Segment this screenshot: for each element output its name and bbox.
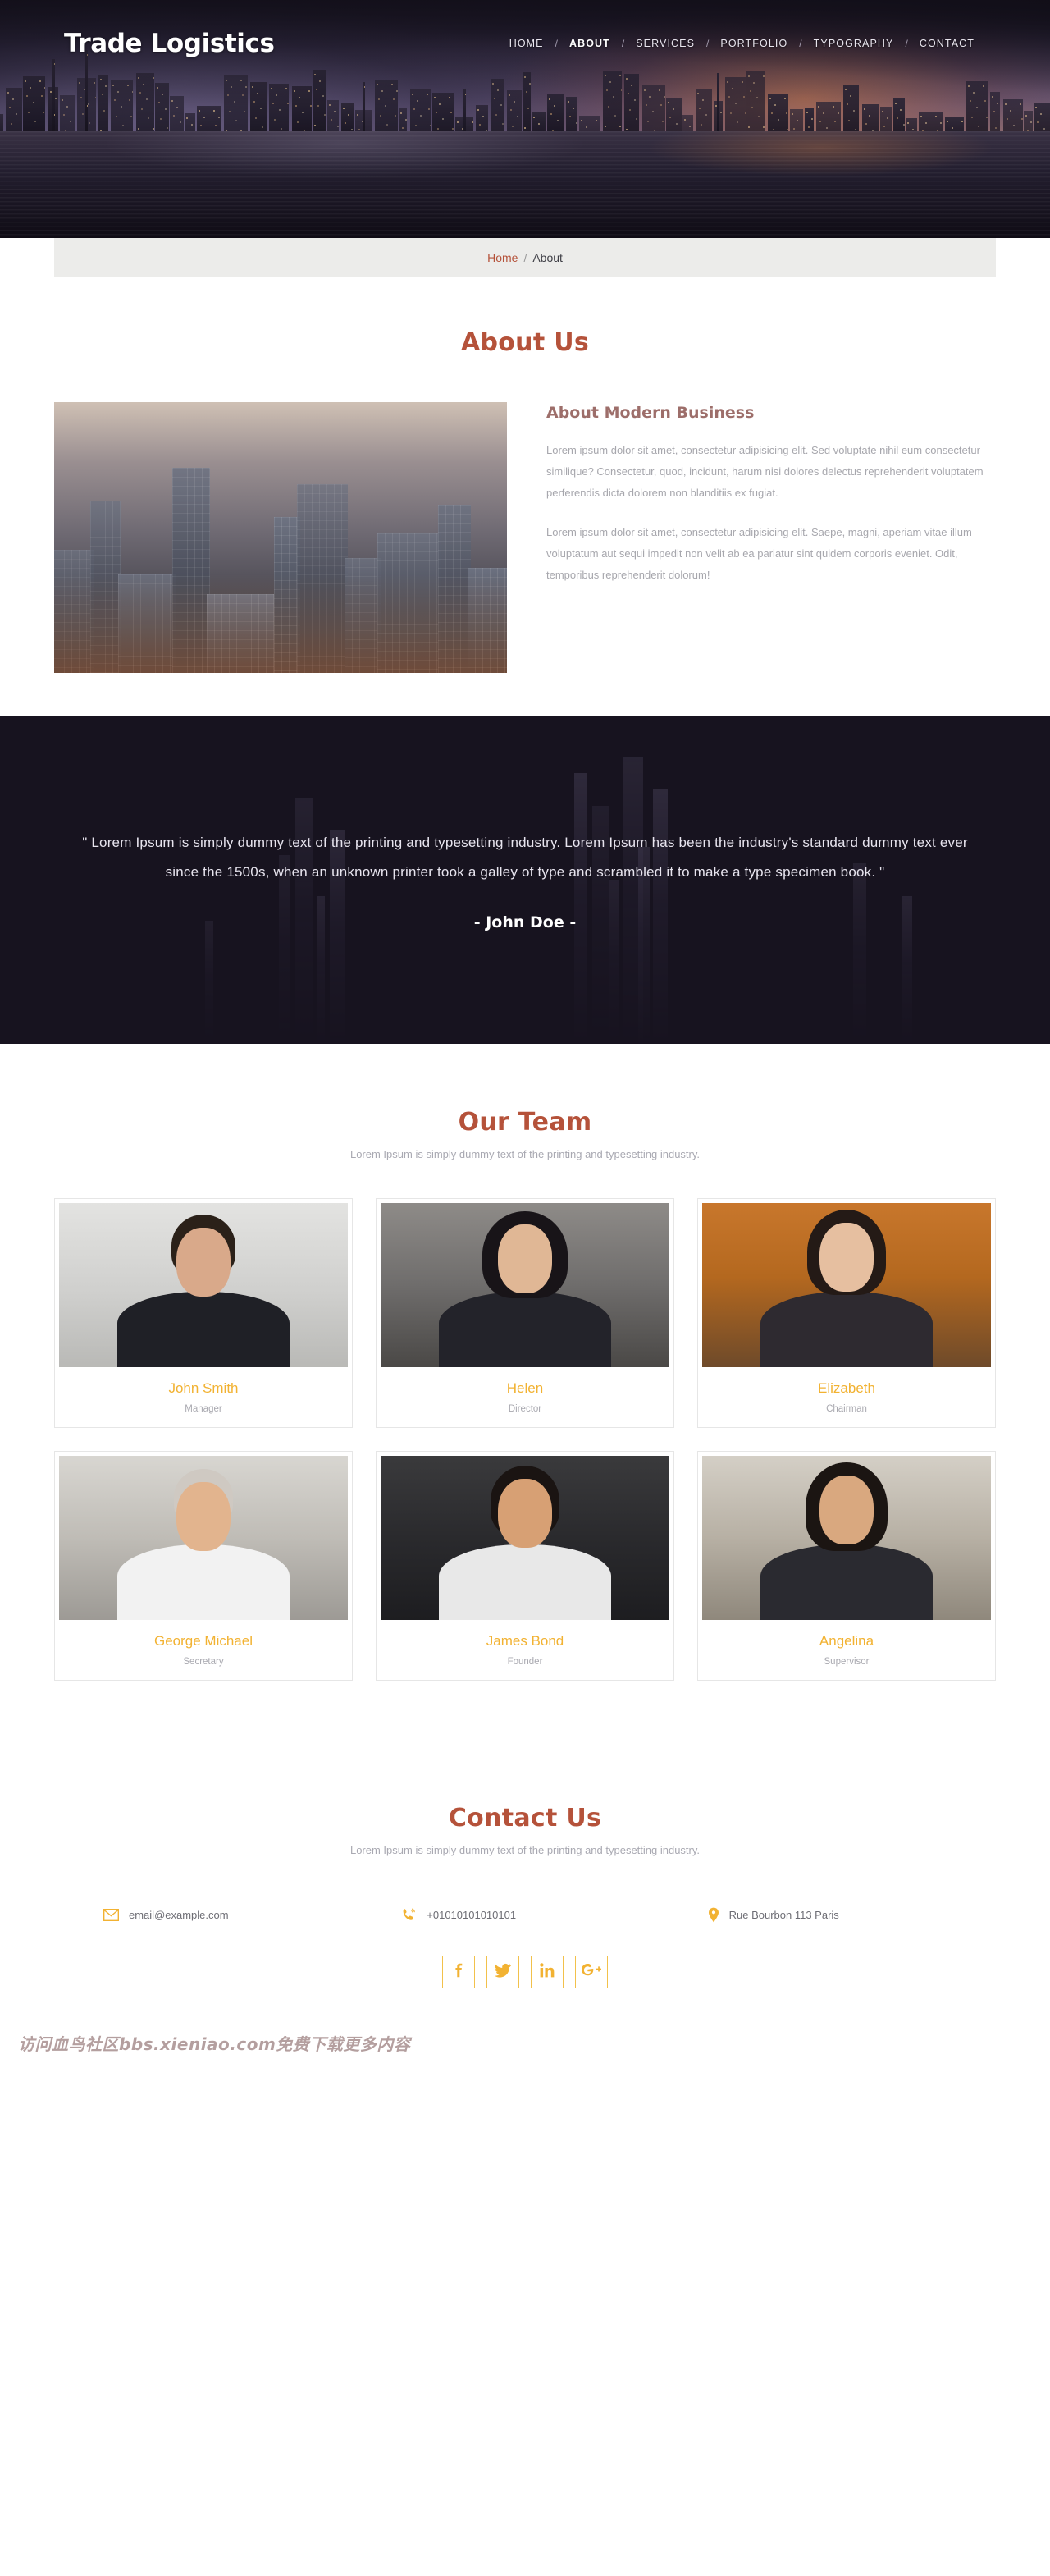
contact-info-row: email@example.com +01010101010101 Rue Bo… (54, 1907, 996, 1923)
social-link-twitter[interactable] (486, 1956, 519, 1988)
team-member-role: Secretary (183, 1657, 224, 1667)
testimonial-content: " Lorem Ipsum is simply dummy text of th… (70, 828, 980, 931)
team-member-name: James Bond (486, 1633, 564, 1649)
team-member-card[interactable]: George Michael Secretary (54, 1451, 353, 1681)
team-section: Our Team Lorem Ipsum is simply dummy tex… (0, 1044, 1050, 1681)
team-member-card[interactable]: John Smith Manager (54, 1198, 353, 1428)
twitter-icon (495, 1963, 511, 1982)
phone-icon (401, 1907, 417, 1923)
main-navigation: HOME / ABOUT / SERVICES / PORTFOLIO / TYPOGRAPHY… (498, 38, 986, 49)
team-member-photo (702, 1456, 991, 1620)
team-title: Our Team (458, 1108, 592, 1137)
team-member-photo (59, 1456, 348, 1620)
top-navigation-bar: Trade Logistics HOME / ABOUT / SERVICES / PORT… (0, 0, 1050, 86)
contact-section: Contact Us Lorem Ipsum is simply dummy t… (0, 1681, 1050, 2063)
contact-phone-item[interactable]: +01010101010101 (393, 1907, 694, 1923)
team-member-name: George Michael (153, 1633, 253, 1649)
about-city-image (54, 402, 507, 673)
contact-address-text: Rue Bourbon 113 Paris (728, 1909, 839, 1921)
portrait-body (439, 1292, 611, 1367)
nav-separator: / (621, 37, 625, 49)
about-text-block: About Modern Business Lorem ipsum dolor … (546, 402, 996, 604)
team-member-card[interactable]: Helen Director (376, 1198, 674, 1428)
breadcrumb-separator: / (523, 251, 527, 264)
site-logo[interactable]: Trade Logistics (64, 29, 275, 58)
social-link-google-plus[interactable] (575, 1956, 608, 1988)
nav-separator: / (905, 37, 908, 49)
team-member-role: Founder (507, 1657, 543, 1667)
testimonial-author: - John Doe - (473, 913, 577, 931)
portrait-body (439, 1544, 611, 1620)
social-link-linkedin[interactable] (531, 1956, 564, 1988)
team-member-role: Supervisor (824, 1657, 870, 1667)
portrait-body (117, 1544, 290, 1620)
facebook-icon (451, 1963, 466, 1982)
social-link-facebook[interactable] (442, 1956, 475, 1988)
contact-address-item[interactable]: Rue Bourbon 113 Paris (695, 1907, 996, 1923)
portrait-face (819, 1223, 874, 1292)
nav-separator: / (799, 37, 802, 49)
about-paragraph-1: Lorem ipsum dolor sit amet, consectetur … (546, 444, 984, 499)
portrait-face (176, 1228, 231, 1297)
portrait-face (498, 1224, 552, 1293)
team-member-card[interactable]: Elizabeth Chairman (697, 1198, 996, 1428)
contact-email-text: email@example.com (129, 1909, 229, 1921)
nav-separator: / (706, 37, 710, 49)
team-grid: John Smith Manager Helen Director Elizabeth C… (54, 1198, 996, 1681)
team-member-photo (381, 1203, 669, 1367)
team-member-card[interactable]: James Bond Founder (376, 1451, 674, 1681)
team-member-role: Director (508, 1404, 542, 1414)
testimonial-text: " Lorem Ipsum is simply dummy text of th… (82, 835, 968, 880)
about-subtitle: About Modern Business (546, 404, 755, 422)
social-links (0, 1956, 1050, 1988)
contact-subtitle: Lorem Ipsum is simply dummy text of the … (349, 1844, 701, 1856)
about-section: About Us About Modern Business Lorem ips… (0, 277, 1050, 673)
nav-separator: / (555, 37, 558, 49)
linkedin-icon (540, 1962, 555, 1982)
hero-water-reflection (0, 131, 1050, 238)
breadcrumb-current: About (532, 251, 563, 264)
portrait-body (760, 1544, 933, 1620)
page-root: Trade Logistics HOME / ABOUT / SERVICES / PORT… (0, 0, 1050, 2063)
portrait-face (498, 1479, 552, 1548)
nav-item-typography[interactable]: TYPOGRAPHY (802, 38, 906, 49)
team-subtitle: Lorem Ipsum is simply dummy text of the … (349, 1148, 701, 1160)
testimonial-section: " Lorem Ipsum is simply dummy text of th… (0, 716, 1050, 1044)
breadcrumb: Home / About (54, 238, 996, 277)
nav-item-contact[interactable]: CONTACT (908, 38, 986, 49)
breadcrumb-home-link[interactable]: Home (487, 251, 518, 264)
hero-banner: Trade Logistics HOME / ABOUT / SERVICES / PORT… (0, 0, 1050, 238)
google-plus-icon (582, 1963, 601, 1981)
nav-item-portfolio[interactable]: PORTFOLIO (709, 38, 799, 49)
portrait-body (117, 1292, 290, 1367)
team-member-photo (381, 1456, 669, 1620)
team-member-name: Helen (506, 1380, 544, 1396)
portrait-body (760, 1292, 933, 1367)
contact-email-item[interactable]: email@example.com (54, 1909, 393, 1921)
team-member-role: Chairman (826, 1404, 867, 1414)
page-title: About Us (460, 328, 590, 357)
about-content: About Modern Business Lorem ipsum dolor … (54, 357, 996, 673)
team-member-photo (702, 1203, 991, 1367)
team-member-name: Angelina (819, 1633, 874, 1649)
nav-item-home[interactable]: HOME (498, 38, 555, 49)
footer-watermark: 访问血鸟社区bbs.xieniao.com免费下载更多内容 (18, 2034, 411, 2054)
team-member-name: John Smith (168, 1380, 239, 1396)
testimonial-bg-shape (205, 921, 213, 1044)
portrait-face (176, 1482, 231, 1551)
contact-title: Contact Us (448, 1804, 602, 1832)
nav-item-about[interactable]: ABOUT (558, 38, 622, 49)
location-pin-icon (708, 1907, 719, 1923)
about-paragraph-2: Lorem ipsum dolor sit amet, consectetur … (546, 526, 972, 581)
portrait-face (819, 1476, 874, 1544)
contact-phone-text: +01010101010101 (427, 1909, 517, 1921)
team-member-role: Manager (185, 1404, 222, 1414)
nav-item-services[interactable]: SERVICES (624, 38, 706, 49)
team-member-name: Elizabeth (818, 1380, 875, 1396)
team-member-card[interactable]: Angelina Supervisor (697, 1451, 996, 1681)
about-image-glow (54, 574, 507, 673)
team-member-photo (59, 1203, 348, 1367)
breadcrumb-wrapper: Home / About (0, 238, 1050, 277)
envelope-icon (103, 1909, 119, 1921)
